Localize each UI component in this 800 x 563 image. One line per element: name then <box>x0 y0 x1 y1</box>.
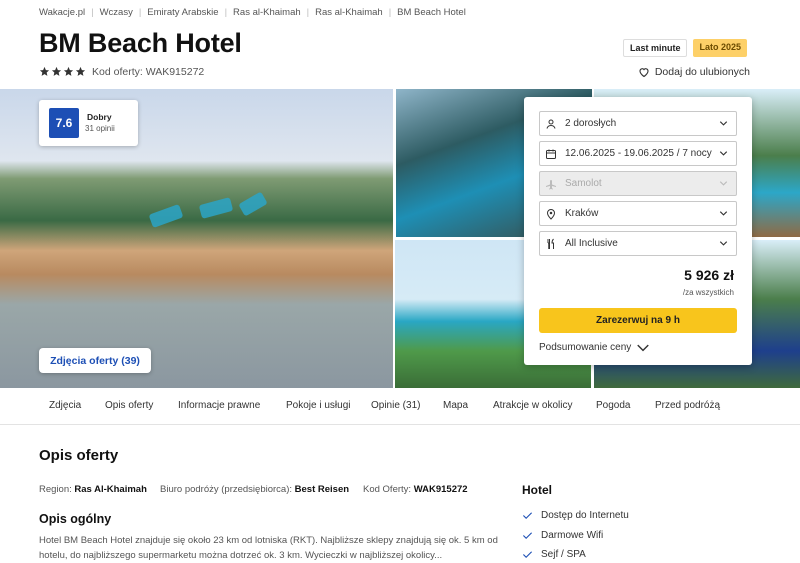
chevron-down-icon <box>719 181 728 186</box>
dates-select[interactable]: 12.06.2025 - 19.06.2025 / 7 nocy <box>539 141 737 166</box>
hotel-stars <box>39 66 86 77</box>
amenity-item: Dostęp do Internetu <box>522 510 629 521</box>
rating-label: Dobry <box>87 112 112 122</box>
agency-info: Biuro podróży (przedsiębiorca): Best Rei… <box>160 484 349 495</box>
offer-photos-button[interactable]: Zdjęcia oferty (39) <box>39 348 151 373</box>
cutlery-icon <box>545 238 557 250</box>
waterslide-shape <box>198 197 234 219</box>
breadcrumb-item[interactable]: Ras al-Khaimah <box>315 7 383 18</box>
section-tabs: Zdjęcia Opis oferty Informacje prawne Po… <box>0 388 800 425</box>
breadcrumb-separator: | <box>91 7 94 18</box>
tab-before-travel[interactable]: Przed podróżą <box>655 400 720 411</box>
heart-icon <box>639 68 649 78</box>
amenity-label: Darmowe Wifi <box>541 530 604 541</box>
season-badge: Lato 2025 <box>693 39 747 57</box>
chevron-down-icon <box>719 241 728 246</box>
breadcrumb-separator: | <box>224 7 228 18</box>
general-description-text: Hotel BM Beach Hotel znajduje się około … <box>39 535 498 561</box>
dates-value: 12.06.2025 - 19.06.2025 / 7 nocy <box>565 148 712 159</box>
rating-score: 7.6 <box>49 108 79 138</box>
add-to-favorites-button[interactable]: Dodaj do ulubionych <box>638 66 750 78</box>
check-icon <box>522 532 533 540</box>
region-label: Region: <box>39 484 72 495</box>
waterslide-shape <box>238 191 268 217</box>
chevron-down-icon <box>719 211 728 216</box>
amenity-item: Darmowe Wifi <box>522 530 603 541</box>
waterslide-shape <box>148 203 184 229</box>
amenity-label: Sejf / SPA <box>541 549 586 560</box>
check-icon <box>522 512 533 520</box>
tab-photos[interactable]: Zdjęcia <box>49 400 81 411</box>
general-description-heading: Opis ogólny <box>39 512 112 526</box>
region-value: Ras Al-Khaimah <box>74 484 147 495</box>
section-heading: Opis oferty <box>39 447 119 464</box>
transport-value: Samolot <box>565 178 602 189</box>
rating-count: 31 opinii <box>85 124 115 133</box>
location-pin-icon <box>545 208 557 220</box>
star-icon <box>75 66 86 76</box>
breadcrumb-separator: | <box>138 7 142 18</box>
offer-code-label: Kod Oferty: <box>363 484 412 495</box>
tab-reviews[interactable]: Opinie (31) <box>371 400 420 411</box>
rating-card[interactable]: 7.6 Dobry 31 opinii <box>39 100 138 146</box>
calendar-icon <box>545 148 557 160</box>
departure-value: Kraków <box>565 208 599 219</box>
tab-legal-info[interactable]: Informacje prawne <box>178 400 260 411</box>
tab-rooms-services[interactable]: Pokoje i usługi <box>286 400 350 411</box>
check-icon <box>522 551 533 559</box>
breadcrumb-item[interactable]: Wczasy <box>100 7 133 18</box>
breadcrumb-item[interactable]: Emiraty Arabskie <box>147 7 218 18</box>
book-button[interactable]: Zarezerwuj na 9 h <box>539 308 737 333</box>
tab-offer-description[interactable]: Opis oferty <box>105 400 153 411</box>
price-note: /za wszystkich <box>682 288 734 297</box>
last-minute-badge: Last minute <box>622 39 688 57</box>
star-icon <box>39 66 50 76</box>
amenities-heading: Hotel <box>522 483 552 497</box>
star-icon <box>51 66 62 76</box>
favorites-label: Dodaj do ulubionych <box>654 66 750 78</box>
chevron-down-icon <box>719 121 728 126</box>
amenity-label: Dostęp do Internetu <box>541 510 629 521</box>
departure-select[interactable]: Kraków <box>539 201 737 226</box>
tab-map[interactable]: Mapa <box>443 400 468 411</box>
board-select[interactable]: All Inclusive <box>539 231 737 256</box>
person-icon <box>545 118 557 130</box>
breadcrumb-separator: | <box>306 7 310 18</box>
offer-badges: Last minute Lato 2025 <box>622 39 747 57</box>
chevron-down-icon <box>637 344 650 351</box>
board-value: All Inclusive <box>565 238 618 249</box>
tab-weather[interactable]: Pogoda <box>596 400 630 411</box>
agency-label: Biuro podróży (przedsiębiorca): <box>160 484 293 495</box>
plane-icon <box>545 178 557 190</box>
agency-value: Best Reisen <box>294 484 350 495</box>
offer-code: Kod oferty: WAK915272 <box>92 66 205 78</box>
travelers-select[interactable]: 2 dorosłych <box>539 111 737 136</box>
offer-code-info: Kod Oferty: WAK915272 <box>363 484 468 495</box>
price-summary-link[interactable]: Podsumowanie ceny <box>539 342 650 353</box>
region-info: Region: Ras Al-Khaimah <box>39 484 147 495</box>
offer-code-value: WAK915272 <box>413 484 468 495</box>
tab-attractions[interactable]: Atrakcje w okolicy <box>493 400 572 411</box>
page-title: BM Beach Hotel <box>39 28 242 58</box>
breadcrumb-item[interactable]: Ras al-Khaimah <box>233 7 301 18</box>
amenity-item: Sejf / SPA <box>522 549 586 560</box>
transport-select: Samolot <box>539 171 737 196</box>
price: 5 926 zł <box>684 267 734 283</box>
chevron-down-icon <box>719 151 728 156</box>
breadcrumb: Wakacje.pl | Wczasy | Emiraty Arabskie | Ra… <box>39 7 466 18</box>
travelers-value: 2 dorosłych <box>565 118 617 129</box>
star-icon <box>63 66 74 76</box>
booking-panel: 2 dorosłych 12.06.2025 - 19.06.2025 / 7 … <box>524 97 752 365</box>
breadcrumb-separator: | <box>388 7 392 18</box>
price-summary-label: Podsumowanie ceny <box>539 342 632 353</box>
breadcrumb-item-current: BM Beach Hotel <box>397 7 466 18</box>
breadcrumb-item[interactable]: Wakacje.pl <box>39 7 85 18</box>
